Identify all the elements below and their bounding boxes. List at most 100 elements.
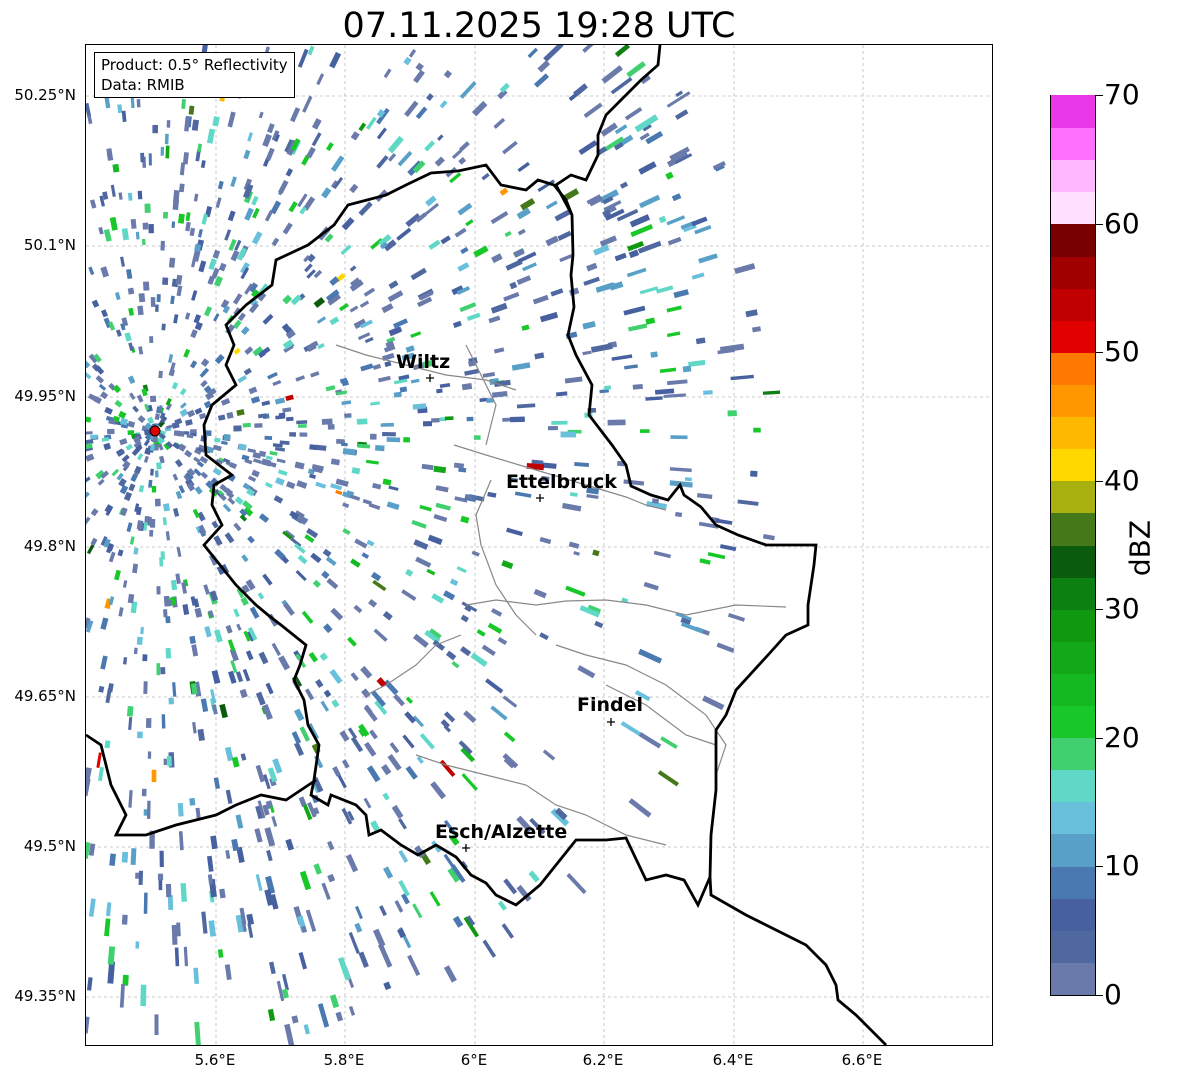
radar-echo-cell: [152, 124, 158, 134]
radar-echo-cell: [159, 455, 165, 464]
radar-echo-cell: [285, 168, 293, 177]
radar-echo-cell: [651, 498, 660, 504]
radar-echo-cell: [626, 61, 646, 78]
radar-echo-cell: [144, 203, 151, 213]
radar-echo-cell: [303, 1024, 311, 1035]
radar-echo-cell: [363, 287, 376, 297]
radar-echo-cell: [156, 586, 161, 595]
radar-echo-cell: [452, 915, 464, 928]
radar-echo-cell: [156, 294, 161, 303]
radar-echo-cell: [227, 210, 236, 222]
radar-echo-cell: [201, 213, 208, 225]
radar-echo-cell: [225, 850, 231, 859]
radar-echo-cell: [151, 769, 157, 783]
radar-echo-cell: [382, 792, 390, 801]
radar-echo-cell: [154, 470, 159, 478]
radar-echo-cell: [638, 194, 661, 209]
radar-echo-cell: [391, 804, 404, 819]
radar-echo-cell: [86, 371, 92, 380]
x-tick-label: 6.4°E: [712, 1051, 754, 1069]
radar-echo-cell: [258, 513, 270, 523]
radar-echo-cell: [440, 719, 451, 729]
radar-echo-cell: [623, 479, 645, 486]
colorbar-tick-mark: [1096, 737, 1103, 739]
radar-echo-cell: [453, 462, 465, 469]
radar-echo-cell: [382, 432, 396, 437]
radar-map[interactable]: [85, 44, 993, 1046]
radar-echo-cell: [702, 695, 725, 711]
radar-echo-cell: [490, 705, 508, 721]
radar-echo-cell: [727, 613, 746, 622]
colorbar-tick-mark: [1096, 95, 1103, 96]
radar-echo-cell: [166, 755, 172, 767]
radar-echo-cell: [228, 670, 237, 684]
radar-echo-cell: [628, 249, 640, 259]
radar-echo-cell: [189, 797, 196, 806]
colorbar-tick-mark: [1096, 352, 1103, 354]
radar-echo-cell: [620, 721, 641, 736]
radar-echo-cell: [419, 733, 435, 750]
radar-echo-cell: [327, 873, 336, 883]
radar-echo-cell: [488, 315, 501, 324]
radar-echo-cell: [138, 484, 145, 493]
radar-echo-cell: [461, 773, 478, 791]
radar-echo-cell: [337, 956, 351, 981]
radar-echo-cell: [271, 815, 278, 827]
radar-echo-cell: [452, 320, 462, 329]
radar-echo-cell: [100, 391, 109, 400]
radar-echo-cell: [173, 314, 179, 324]
radar-echo-cell: [302, 95, 313, 113]
radar-echo-cell: [533, 73, 550, 88]
radar-echo-cell: [601, 65, 623, 84]
radar-echo-cell: [485, 678, 504, 694]
radar-echo-cell: [291, 731, 302, 745]
radar-echo-cell: [650, 351, 658, 358]
product-label: Product: 0.5° Reflectivity: [101, 56, 288, 74]
radar-echo-cell: [208, 920, 216, 937]
radar-echo-cell: [399, 386, 408, 393]
radar-echo-cell: [533, 588, 547, 599]
radar-echo-cell: [350, 672, 359, 682]
y-tick-label: 49.35°N: [14, 987, 76, 1005]
radar-echo-cell: [206, 855, 214, 872]
radar-echo-cell: [236, 409, 245, 416]
radar-echo-cell: [183, 348, 191, 358]
radar-echo-cell: [415, 556, 432, 568]
radar-echo-cell: [694, 224, 712, 235]
radar-echo-cell: [162, 517, 167, 526]
radar-echo-cell: [188, 105, 195, 115]
radar-echo-cell: [195, 807, 201, 819]
radar-echo-cell: [574, 461, 590, 468]
radar-echo-cell: [331, 699, 340, 708]
radar-echo-cell: [327, 424, 335, 430]
radar-echo-cell: [200, 160, 206, 169]
radar-echo-cell: [107, 683, 114, 693]
radar-echo-cell: [497, 900, 507, 911]
radar-echo-cell: [539, 536, 552, 545]
radar-echo-cell: [457, 262, 470, 272]
radar-echo-cell: [285, 481, 296, 490]
radar-echo-cell: [439, 100, 448, 109]
radar-echo-cell: [119, 438, 128, 446]
radar-echo-cell: [189, 360, 198, 369]
radar-echo-cell: [163, 758, 168, 766]
radar-echo-cell: [431, 593, 445, 604]
radar-echo-cell: [345, 854, 359, 873]
radar-echo-cell: [312, 579, 322, 588]
radar-echo-cell: [680, 621, 704, 634]
radar-echo-cell: [88, 898, 96, 917]
radar-echo-cell: [133, 547, 139, 555]
radar-echo-cell: [360, 363, 374, 372]
radar-echo-cell: [200, 358, 210, 367]
radar-echo-cell: [528, 870, 540, 883]
radar-echo-cell: [436, 388, 443, 394]
radar-echo-cell: [298, 424, 307, 428]
radar-echo-cell: [715, 518, 733, 525]
radar-echo-cell: [421, 463, 434, 471]
radar-echo-cell: [383, 866, 394, 879]
radar-echo-cell: [481, 172, 490, 181]
radar-echo-cell: [244, 207, 254, 221]
radar-echo-cell: [114, 292, 121, 301]
radar-echo-cell: [716, 642, 735, 653]
radar-echo-cell: [160, 551, 166, 560]
